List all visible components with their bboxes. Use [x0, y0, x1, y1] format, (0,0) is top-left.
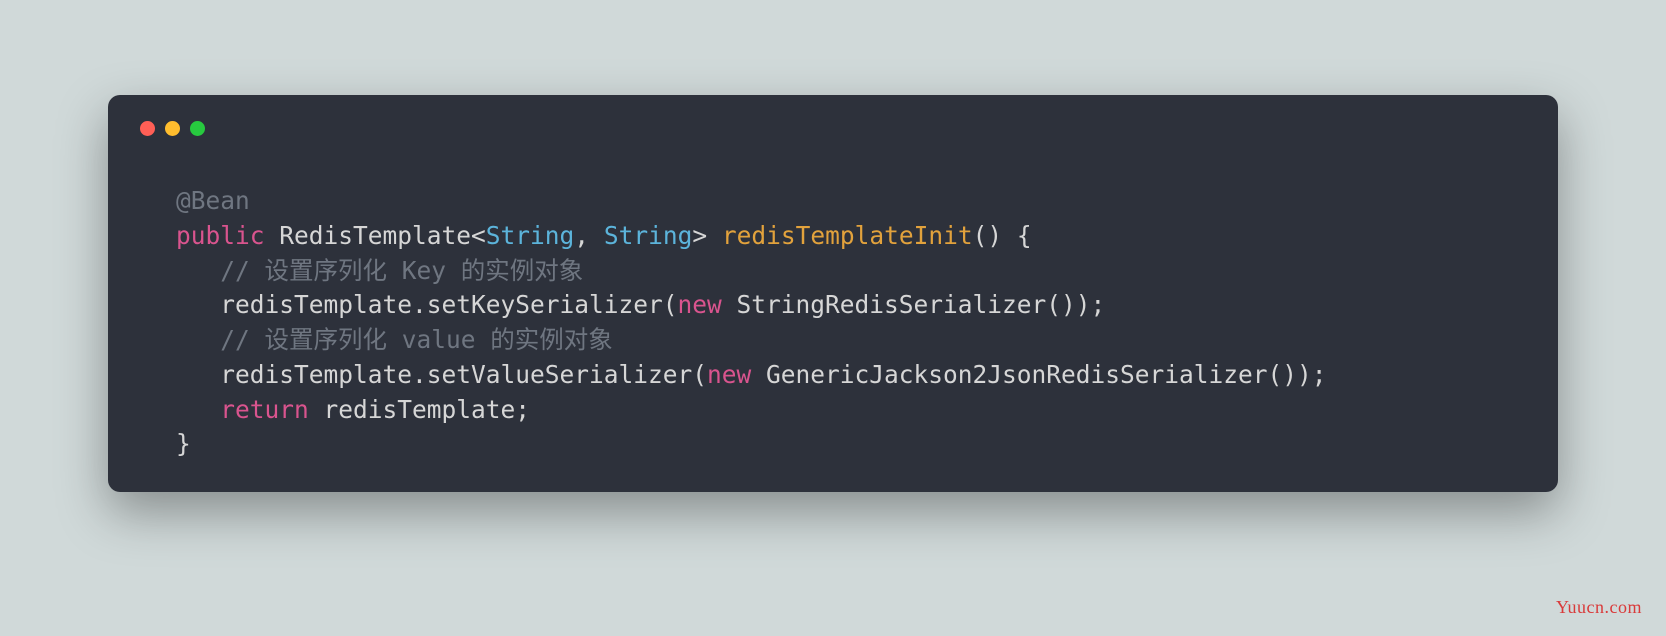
code-line: } — [176, 427, 1530, 462]
code-line: public RedisTemplate<String, String> red… — [176, 219, 1530, 254]
code-token: () { — [973, 221, 1032, 250]
code-token: } — [176, 429, 191, 458]
code-token: , — [574, 221, 604, 250]
code-token: String — [604, 221, 693, 250]
code-token: redisTemplate; — [309, 395, 530, 424]
code-line: @Bean — [176, 184, 1530, 219]
code-token: redisTemplate.setValueSerializer( — [176, 360, 707, 389]
minimize-icon — [165, 121, 180, 136]
code-window: @Beanpublic RedisTemplate<String, String… — [108, 95, 1558, 492]
window-titlebar — [136, 117, 1530, 136]
code-token — [176, 395, 220, 424]
code-token: redisTemplate.setKeySerializer( — [176, 290, 678, 319]
code-line: redisTemplate.setValueSerializer(new Gen… — [176, 358, 1530, 393]
code-token: new — [678, 290, 722, 319]
code-token: public — [176, 221, 265, 250]
code-token: > — [692, 221, 722, 250]
code-token: @Bean — [176, 186, 250, 215]
code-token: RedisTemplate< — [265, 221, 486, 250]
code-line: // 设置序列化 Key 的实例对象 — [176, 254, 1530, 289]
watermark: Yuucn.com — [1556, 597, 1642, 618]
close-icon — [140, 121, 155, 136]
maximize-icon — [190, 121, 205, 136]
code-block: @Beanpublic RedisTemplate<String, String… — [136, 184, 1530, 462]
code-line: redisTemplate.setKeySerializer(new Strin… — [176, 288, 1530, 323]
code-token: GenericJackson2JsonRedisSerializer()); — [751, 360, 1326, 389]
code-token: // 设置序列化 Key 的实例对象 — [176, 256, 583, 285]
code-token: return — [220, 395, 309, 424]
code-line: // 设置序列化 value 的实例对象 — [176, 323, 1530, 358]
code-token: new — [707, 360, 751, 389]
code-line: return redisTemplate; — [176, 393, 1530, 428]
code-token: StringRedisSerializer()); — [722, 290, 1106, 319]
code-token: redisTemplateInit — [722, 221, 973, 250]
code-token: String — [486, 221, 575, 250]
code-token: // 设置序列化 value 的实例对象 — [176, 325, 613, 354]
